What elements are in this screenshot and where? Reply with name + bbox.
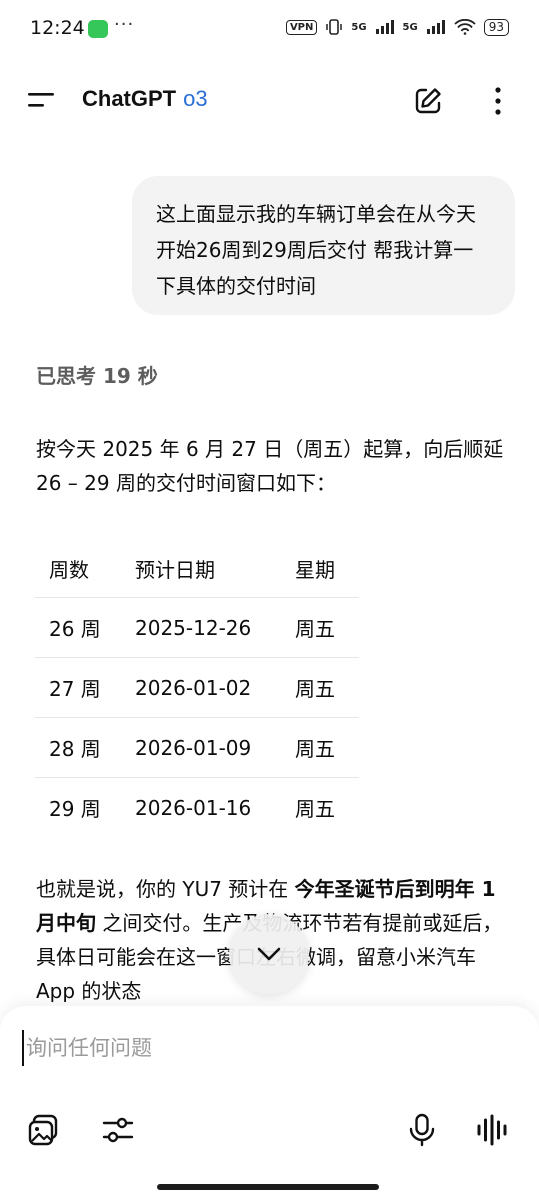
table-header: 预计日期 (135, 558, 215, 582)
wifi-icon (454, 19, 476, 35)
more-notifications-icon: ··· (114, 14, 135, 35)
chevron-down-icon (257, 947, 281, 961)
model-label: o3 (183, 86, 208, 111)
scroll-down-button[interactable] (229, 914, 309, 994)
status-indicators: VPN 5G 5G 93 (285, 18, 509, 36)
app-title-text: ChatGPT (82, 86, 177, 111)
table-row: 27 周 2026-01-02 周五 (35, 658, 359, 718)
table-cell: 2026-01-09 (135, 735, 252, 760)
table-cell: 2026-01-16 (135, 795, 252, 820)
vpn-badge: VPN (285, 19, 318, 35)
network-label-2: 5G (402, 21, 418, 33)
signal-icon (375, 20, 394, 34)
summary-text: 也就是说，你的 YU7 预计在 (36, 877, 295, 901)
table-header-row: 周数 预计日期 星期 (35, 540, 359, 598)
table-cell: 周五 (295, 617, 335, 641)
table-cell: 周五 (295, 737, 335, 761)
mic-icon[interactable] (404, 1112, 440, 1148)
answer-intro: 按今天 2025 年 6 月 27 日（周五）起算，向后顺延 26 – 29 周… (36, 437, 504, 495)
table-cell: 2025-12-26 (135, 615, 252, 640)
table-cell: 26 周 (49, 617, 101, 641)
table-cell: 2026-01-02 (135, 675, 252, 700)
home-indicator[interactable] (157, 1184, 379, 1190)
network-label-1: 5G (351, 21, 367, 33)
voice-wave-icon[interactable] (474, 1112, 510, 1148)
signal-icon-2 (426, 20, 445, 34)
user-message-bubble[interactable]: 这上面显示我的车辆订单会在从今天开始26周到29周后交付 帮我计算一下具体的交付… (132, 176, 515, 315)
message-input[interactable] (22, 1030, 496, 1066)
table-header: 星期 (295, 558, 335, 582)
status-bar: 12:24 ··· VPN 5G 5G 93 (0, 0, 539, 60)
table-cell: 周五 (295, 677, 335, 701)
image-gallery-icon[interactable] (26, 1112, 62, 1148)
table-row: 26 周 2025-12-26 周五 (35, 598, 359, 658)
table-header: 周数 (49, 558, 89, 582)
table-row: 28 周 2026-01-09 周五 (35, 718, 359, 778)
wechat-icon (88, 20, 108, 38)
table-cell: 周五 (295, 797, 335, 821)
table-row: 29 周 2026-01-16 周五 (35, 778, 359, 838)
app-title[interactable]: ChatGPT o3 (82, 86, 208, 112)
table-cell: 29 周 (49, 797, 101, 821)
delivery-table: 周数 预计日期 星期 26 周 2025-12-26 周五 27 周 2026-… (35, 540, 359, 837)
thought-duration-label[interactable]: 已思考 19 秒 (36, 360, 158, 389)
status-time: 12:24 (30, 17, 85, 39)
battery-indicator: 93 (483, 18, 509, 36)
edit-icon[interactable] (413, 86, 443, 116)
more-icon[interactable] (487, 86, 509, 116)
tune-icon[interactable] (100, 1112, 136, 1148)
menu-icon[interactable] (28, 91, 54, 109)
table-cell: 27 周 (49, 677, 101, 701)
table-cell: 28 周 (49, 737, 101, 761)
vibrate-icon (326, 19, 343, 35)
